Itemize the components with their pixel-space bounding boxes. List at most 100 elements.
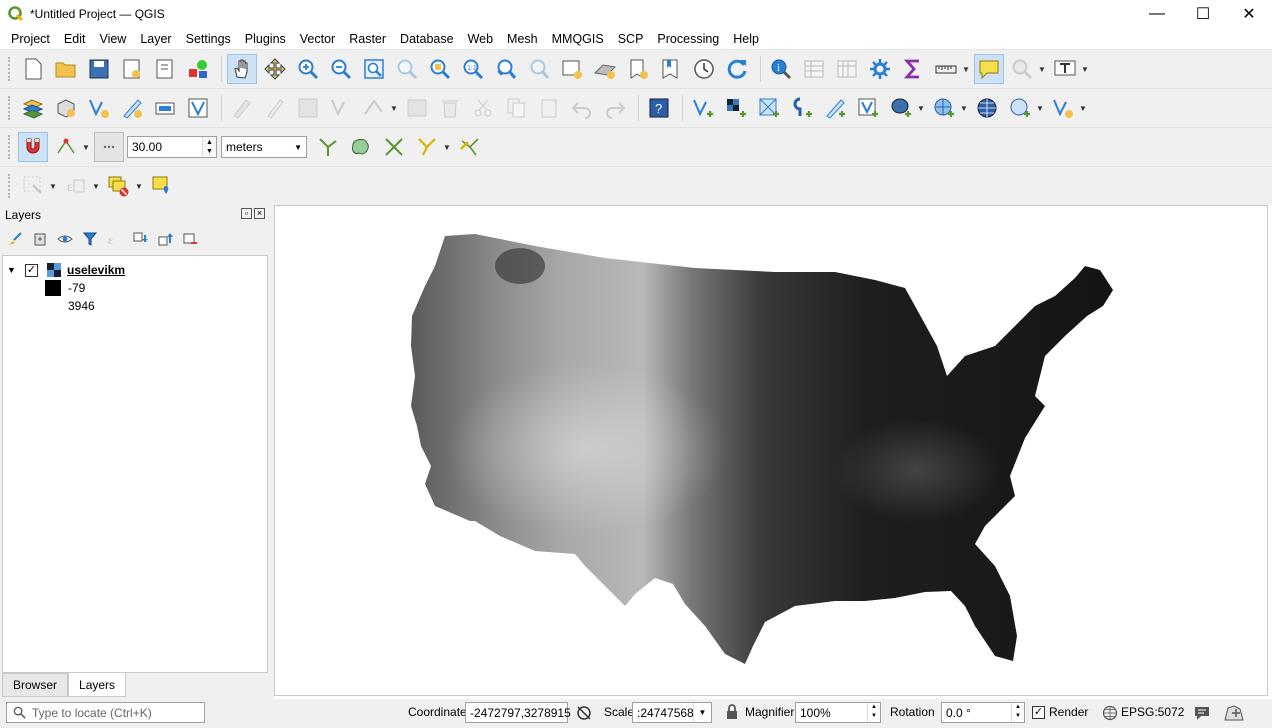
self-snap-dropdown[interactable]: ▼ <box>442 132 452 162</box>
new-temporary-scratch-layer-button[interactable] <box>117 93 147 123</box>
close-panel-button[interactable]: × <box>254 208 265 219</box>
zoom-native-resolution-button[interactable]: 1:1 <box>458 54 488 84</box>
menu-raster[interactable]: Raster <box>342 32 393 46</box>
filter-by-expression-button[interactable]: ε <box>104 228 126 250</box>
statistical-summary-button[interactable] <box>898 54 928 84</box>
zoom-last-button[interactable] <box>491 54 521 84</box>
add-wcs-layer-button[interactable] <box>1005 93 1035 123</box>
manage-map-themes-button[interactable] <box>54 228 76 250</box>
float-panel-button[interactable]: ▫ <box>241 208 252 219</box>
toggle-extents-icon[interactable] <box>575 704 593 722</box>
current-edits-button[interactable] <box>227 93 257 123</box>
menu-project[interactable]: Project <box>4 32 57 46</box>
zoom-to-selection-button[interactable] <box>392 54 422 84</box>
enable-snapping-button[interactable] <box>18 132 48 162</box>
paste-features-button[interactable] <box>534 93 564 123</box>
map-canvas[interactable] <box>274 205 1268 696</box>
new-project-button[interactable] <box>18 54 48 84</box>
select-by-expression-button[interactable]: ε <box>61 171 91 201</box>
render-checkbox[interactable]: ✓ <box>1032 706 1045 719</box>
text-annotation-button[interactable] <box>1050 54 1080 84</box>
tracing-button[interactable] <box>455 132 485 162</box>
add-wfs-layer-button[interactable] <box>972 93 1002 123</box>
menu-view[interactable]: View <box>92 32 133 46</box>
add-feature-button[interactable] <box>326 93 356 123</box>
cut-features-button[interactable] <box>468 93 498 123</box>
deselect-all-button[interactable] <box>104 171 134 201</box>
pan-to-selection-button[interactable] <box>260 54 290 84</box>
avoid-overlap-button[interactable] <box>346 132 376 162</box>
rotation-spinbox[interactable]: 0.0 ° ▲ ▼ <box>941 702 1025 723</box>
delete-selected-button[interactable] <box>435 93 465 123</box>
select-expression-dropdown[interactable]: ▼ <box>91 171 101 201</box>
collapse-arrow-icon[interactable]: ▼ <box>7 265 19 275</box>
menu-mmqgis[interactable]: MMQGIS <box>545 32 611 46</box>
zoom-in-button[interactable] <box>293 54 323 84</box>
coordinate-field[interactable]: -2472797,3278915 <box>465 702 571 723</box>
new-bookmark-button[interactable] <box>623 54 653 84</box>
vertex-tool-button[interactable] <box>359 93 389 123</box>
chevron-down-icon[interactable]: ▼ <box>693 703 711 722</box>
select-features-dropdown[interactable]: ▼ <box>48 171 58 201</box>
modify-attributes-button[interactable] <box>402 93 432 123</box>
locator-search-input[interactable]: Type to locate (Ctrl+K) <box>6 702 205 723</box>
tab-browser[interactable]: Browser <box>2 673 69 697</box>
zoom-out-button[interactable] <box>326 54 356 84</box>
layer-visibility-checkbox[interactable]: ✓ <box>25 263 38 277</box>
identify-features-button[interactable]: i <box>766 54 796 84</box>
toolbar-grip[interactable] <box>8 96 12 120</box>
deselect-dropdown[interactable]: ▼ <box>134 171 144 201</box>
measure-line-button[interactable] <box>931 54 961 84</box>
data-source-manager-button[interactable] <box>18 93 48 123</box>
layer-row[interactable]: ▼ ✓ uselevikm <box>7 261 125 279</box>
tab-layers[interactable]: Layers <box>68 673 127 697</box>
add-postgis-layer-button[interactable] <box>886 93 916 123</box>
plugin-update-icon[interactable] <box>1222 703 1246 723</box>
processing-toolbox-button[interactable] <box>865 54 895 84</box>
scale-combo[interactable]: :24747568 ▼ <box>632 702 712 723</box>
add-delimited-text-layer-button[interactable] <box>787 93 817 123</box>
show-bookmarks-button[interactable] <box>656 54 686 84</box>
new-virtual-layer-button[interactable] <box>150 93 180 123</box>
menu-edit[interactable]: Edit <box>57 32 93 46</box>
new-map-view-button[interactable] <box>557 54 587 84</box>
menu-plugins[interactable]: Plugins <box>238 32 293 46</box>
add-wms-layer-button[interactable] <box>929 93 959 123</box>
snapping-type-dropdown[interactable]: ▼ <box>81 132 91 162</box>
add-group-button[interactable] <box>29 228 51 250</box>
add-database-dropdown[interactable]: ▼ <box>916 93 926 123</box>
vertex-tool-dropdown[interactable]: ▼ <box>389 93 399 123</box>
expand-all-button[interactable] <box>129 228 151 250</box>
undo-button[interactable] <box>567 93 597 123</box>
zoom-full-button[interactable] <box>359 54 389 84</box>
add-virtual-layer-button[interactable] <box>853 93 883 123</box>
menu-processing[interactable]: Processing <box>650 32 726 46</box>
select-location-dropdown[interactable]: ▼ <box>1037 54 1047 84</box>
new-shapefile-layer-button[interactable] <box>84 93 114 123</box>
toggle-editing-button[interactable] <box>260 93 290 123</box>
menu-web[interactable]: Web <box>461 32 500 46</box>
new-3d-map-view-button[interactable] <box>590 54 620 84</box>
snapping-type-button[interactable] <box>51 132 81 162</box>
menu-database[interactable]: Database <box>393 32 461 46</box>
lock-scale-icon[interactable] <box>725 704 739 720</box>
new-print-layout-button[interactable] <box>117 54 147 84</box>
magnifier-spinbox[interactable]: 100% ▲ ▼ <box>795 702 881 723</box>
map-tips-button[interactable] <box>974 54 1004 84</box>
select-by-location-tool-button[interactable] <box>147 171 177 201</box>
toolbar-grip[interactable] <box>8 135 12 159</box>
measure-dropdown[interactable]: ▼ <box>961 54 971 84</box>
self-snapping-button[interactable] <box>412 132 442 162</box>
close-button[interactable]: ✕ <box>1226 0 1272 28</box>
redo-button[interactable] <box>600 93 630 123</box>
save-project-button[interactable] <box>84 54 114 84</box>
snap-to-intersection-button[interactable] <box>379 132 409 162</box>
add-wcs-dropdown[interactable]: ▼ <box>1035 93 1045 123</box>
add-vector-layer-button[interactable] <box>688 93 718 123</box>
magnifier-arrows[interactable]: ▲ ▼ <box>867 703 880 722</box>
add-vector-tile-layer-button[interactable] <box>1048 93 1078 123</box>
pan-map-button[interactable] <box>227 54 257 84</box>
toolbar-grip[interactable] <box>8 174 12 198</box>
rotation-arrows[interactable]: ▲ ▼ <box>1011 703 1024 722</box>
snapping-tolerance-spinbox[interactable]: 30.00 ▲ ▼ <box>127 136 217 158</box>
